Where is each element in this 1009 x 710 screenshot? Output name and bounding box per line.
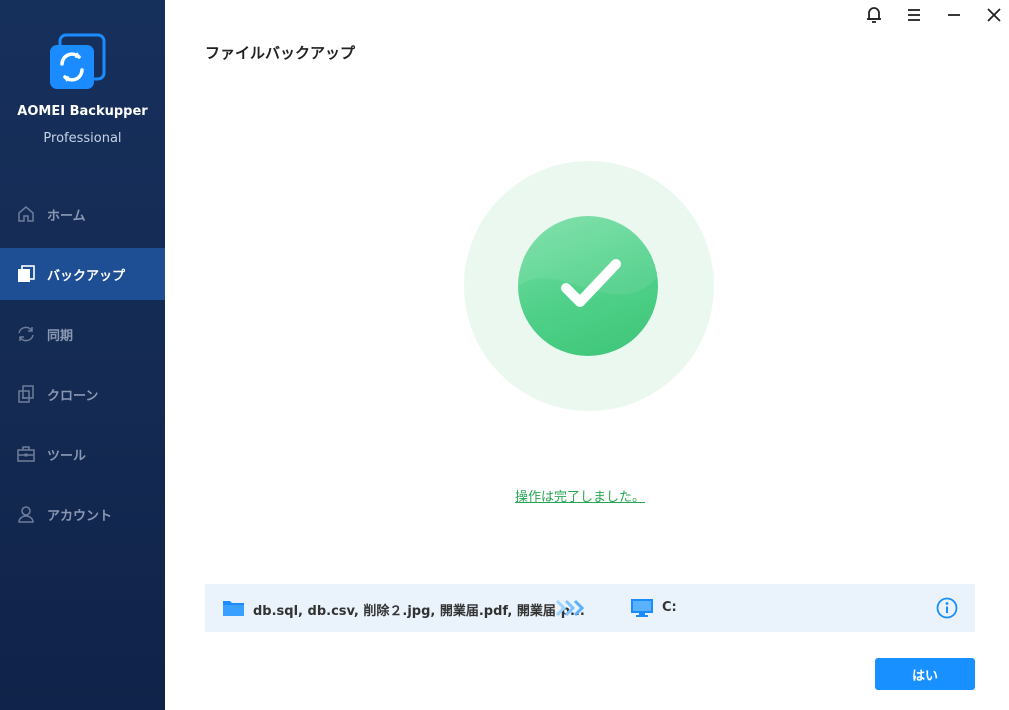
sidebar-item-label: アカウント xyxy=(47,508,113,524)
sidebar-item-home[interactable]: ホーム xyxy=(0,188,165,240)
sidebar-item-label: 同期 xyxy=(47,328,74,344)
arrows-right-icon xyxy=(555,599,585,617)
close-icon[interactable] xyxy=(982,4,1006,26)
bell-icon[interactable] xyxy=(862,4,886,26)
app-edition: Professional xyxy=(43,131,122,146)
home-icon xyxy=(18,206,34,222)
sidebar-item-label: ホーム xyxy=(47,208,86,224)
checkmark-icon xyxy=(518,216,658,307)
sidebar: AOMEI Backupper Professional ホーム バックアップ … xyxy=(0,0,165,710)
menu-icon[interactable] xyxy=(902,4,926,26)
tools-icon xyxy=(17,446,35,462)
account-icon xyxy=(18,506,34,523)
sidebar-item-sync[interactable]: 同期 xyxy=(0,308,165,360)
app-name: AOMEI Backupper xyxy=(17,104,148,119)
ok-button[interactable]: はい xyxy=(875,658,975,690)
clone-icon xyxy=(18,385,34,403)
sidebar-item-label: クローン xyxy=(47,388,99,404)
backup-destination: C: xyxy=(662,600,677,615)
sidebar-item-label: ツール xyxy=(47,448,87,464)
success-badge xyxy=(518,216,658,356)
app-logo-icon xyxy=(50,33,106,89)
page-title: ファイルバックアップ xyxy=(205,44,356,62)
sidebar-item-account[interactable]: アカウント xyxy=(0,488,165,540)
backup-source: db.sql, db.csv, 削除２.jpg, 開業届.pdf, 開業届.p.… xyxy=(253,604,585,619)
sync-icon xyxy=(18,326,34,342)
folder-icon xyxy=(223,601,244,616)
backup-icon xyxy=(18,265,35,282)
sidebar-item-tools[interactable]: ツール xyxy=(0,428,165,480)
sidebar-item-label: バックアップ xyxy=(47,268,126,284)
status-area: 操作は完了しました。 xyxy=(420,486,740,505)
minimize-icon[interactable] xyxy=(942,4,966,26)
monitor-icon xyxy=(631,599,653,617)
sidebar-item-backup[interactable]: バックアップ xyxy=(0,248,165,300)
status-message-link[interactable]: 操作は完了しました。 xyxy=(515,490,645,505)
task-summary-bar: db.sql, db.csv, 削除２.jpg, 開業届.pdf, 開業届.p.… xyxy=(205,584,975,632)
info-icon[interactable] xyxy=(936,597,958,619)
sidebar-item-clone[interactable]: クローン xyxy=(0,368,165,420)
